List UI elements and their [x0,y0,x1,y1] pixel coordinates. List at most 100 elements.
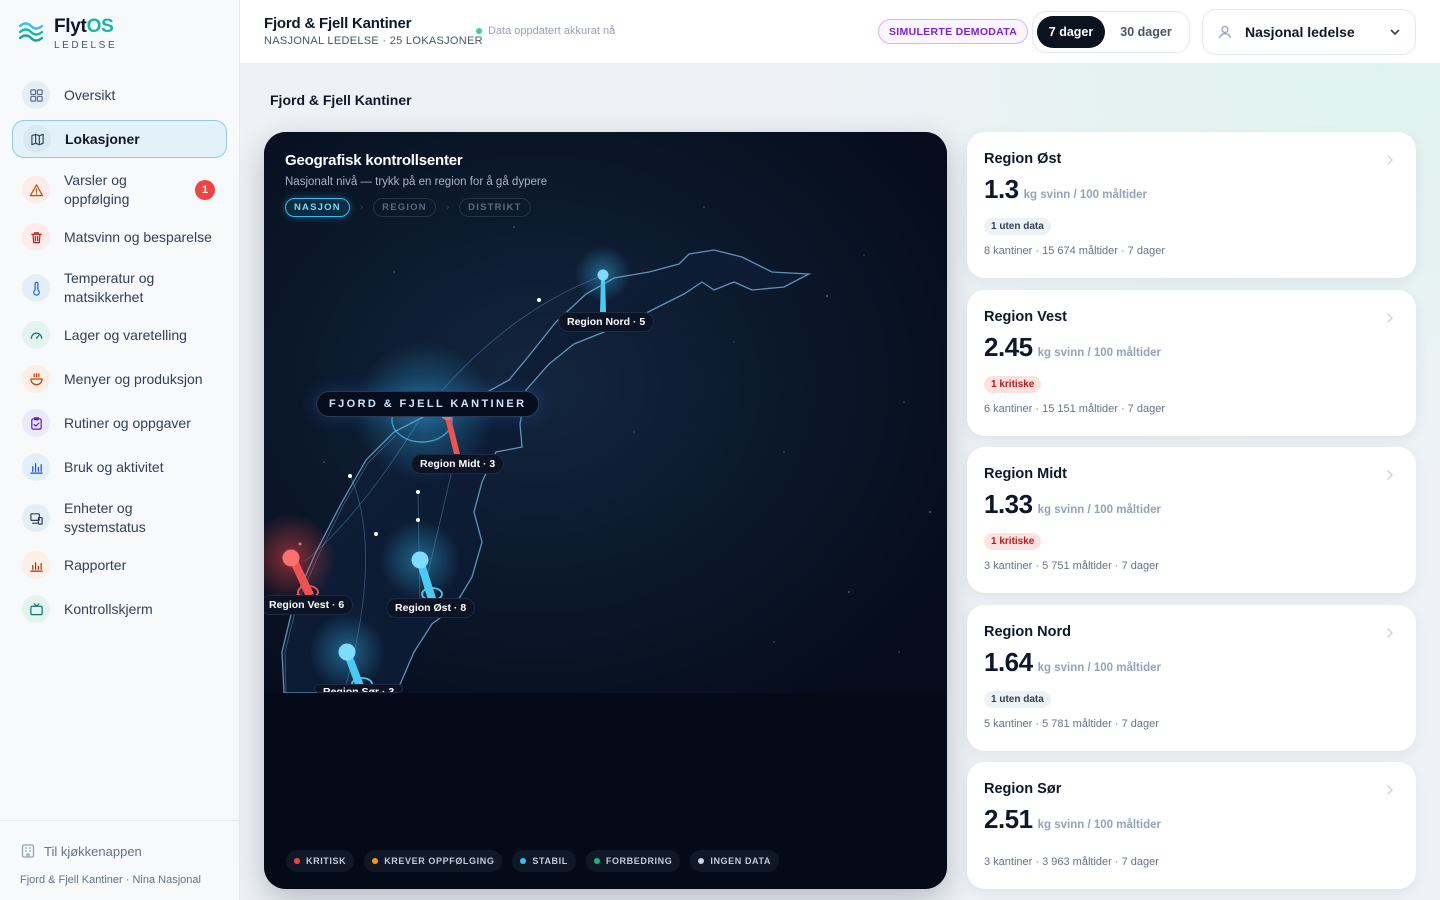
sidebar-item-label: Lager og varetelling [64,326,187,343]
kitchen-app-link[interactable]: Til kjøkkenappen [20,843,142,859]
brand[interactable]: FlytOS LEDELSE [18,16,117,51]
user-icon [1218,25,1232,39]
status-dot-icon [372,858,379,864]
pin-label-region-vest[interactable]: Region Vest · 6 [264,595,354,615]
sidebar-item-temperatur[interactable]: Temperatur og matsikkerhet [12,262,227,314]
legend-label: STABIL [532,856,568,866]
map-subtitle: Nasjonalt nivå — trykk på en region for … [285,176,548,188]
chevron-right-icon [1387,155,1394,165]
status-dot-icon [593,858,600,864]
alert-count-badge: 1 [195,180,215,200]
sidebar-item-lager[interactable]: Lager og varetelling [12,316,227,354]
sidebar-item-label: Matsvinn og besparelse [64,228,212,245]
drilldown-breadcrumb: NASJON › REGION › DISTRIKT [285,198,531,217]
region-meta: 3 kantiner · 3 963 måltider · 7 dager [984,856,1159,868]
update-status-text: Data oppdatert akkurat nå [488,25,616,37]
pin-label-region-midt[interactable]: Region Midt · 3 [411,454,505,474]
region-kpi: 2.45 kg svinn / 100 måltider [984,332,1161,363]
pin-region-ost[interactable] [380,520,460,601]
waves-logo-icon [18,22,44,42]
region-card[interactable]: Region Øst 1.3 kg svinn / 100 måltider 1 ut… [967,132,1416,278]
org-subtitle: NASJONAL LEDELSE · 25 LOKASJONER [264,35,483,47]
region-card[interactable]: Region Midt 1.33 kg svinn / 100 måltider 1 … [967,447,1416,593]
brand-name: FlytOS [54,16,114,37]
region-kpi-unit: kg svinn / 100 måltider [1037,347,1161,359]
chevron-right-icon: › [359,202,364,213]
legend-label: INGEN DATA [710,856,772,866]
region-status-tag: 1 uten data [984,218,1051,235]
region-name: Region Nord [984,624,1071,640]
sidebar-item-matsvinn[interactable]: Matsvinn og besparelse [12,218,227,256]
legend-label: KRITISK [306,856,347,866]
chevron-right-icon [1387,313,1394,323]
map-icon [23,125,51,153]
sidebar-item-oversikt[interactable]: Oversikt [12,76,227,114]
crumb-region[interactable]: REGION [373,198,436,217]
sidebar-item-label: Oversikt [64,86,116,103]
status-legend: KRITISK KREVER OPPFØLGING STABIL FORBEDRING… [286,850,780,872]
pin-label-region-sor[interactable]: Region Sør · 3 [314,684,404,693]
bowl-icon [22,365,50,393]
status-dot-icon [698,858,705,864]
kitchen-app-label: Til kjøkkenappen [44,843,142,859]
crumb-nasjon[interactable]: NASJON [285,198,350,217]
gauge-icon [22,321,50,349]
range-30-days-button[interactable]: 30 dager [1109,16,1183,48]
region-card[interactable]: Region Nord 1.64 kg svinn / 100 måltider 1 … [967,605,1416,751]
bar-chart-icon [22,453,50,481]
role-select[interactable]: Nasjonal ledelse [1202,9,1416,55]
region-kpi-value: 1.64 [984,647,1033,677]
tv-icon [22,595,50,623]
region-kpi: 1.64 kg svinn / 100 måltider [984,647,1161,678]
sidebar-item-label: Bruk og aktivitet [64,458,164,475]
legend-item: INGEN DATA [690,850,780,872]
sidebar-item-label: Varsler og oppfølging [64,172,130,207]
chevron-down-icon [1390,29,1400,35]
thermometer-icon [22,274,50,302]
trash-icon [22,223,50,251]
sidebar-item-rapporter[interactable]: Rapporter [12,546,227,584]
legend-item: KRITISK [286,850,355,872]
sidebar-item-varsler[interactable]: Varsler og oppfølging 1 [12,164,227,216]
warning-icon [22,176,50,204]
sidebar-item-kontrollskjerm[interactable]: Kontrollskjerm [12,590,227,628]
sidebar-item-menyer[interactable]: Menyer og produksjon [12,360,227,398]
region-kpi-unit: kg svinn / 100 måltider [1023,189,1148,201]
region-kpi-unit: kg svinn / 100 måltider [1037,819,1161,831]
sidebar-item-lokasjoner[interactable]: Lokasjoner [12,120,227,158]
region-meta: 8 kantiner · 15 674 måltider · 7 dager [984,245,1165,257]
hq-label[interactable]: FJORD & FJELL KANTINER [316,391,540,417]
demo-data-badge: SIMULERTE DEMODATA [878,19,1029,44]
sidebar-item-rutiner[interactable]: Rutiner og oppgaver [12,404,227,442]
pin-label-region-ost[interactable]: Region Øst · 8 [386,598,476,618]
region-card[interactable]: Region Vest 2.45 kg svinn / 100 måltider 1 … [967,290,1416,436]
sidebar-item-bruk[interactable]: Bruk og aktivitet [12,448,227,486]
range-7-days-button[interactable]: 7 dager [1037,16,1105,48]
chevron-right-icon [1387,470,1394,480]
region-card[interactable]: Region Sør 2.51 kg svinn / 100 måltider 3 k… [967,762,1416,889]
legend-item: KREVER OPPFØLGING [364,850,503,872]
pin-region-sor[interactable] [309,614,385,691]
region-kpi-value: 2.45 [984,332,1033,362]
sidebar-item-label: Kontrollskjerm [64,600,153,617]
sidebar: FlytOS LEDELSE Oversikt Lokasjoner Varsler… [0,0,240,900]
brand-subtitle: LEDELSE [54,40,118,51]
chevron-right-icon [1387,785,1394,795]
region-kpi-value: 1.33 [984,489,1033,519]
pin-label-region-nord[interactable]: Region Nord · 5 [558,312,655,332]
building-icon [21,844,35,858]
legend-label: FORBEDRING [605,856,673,866]
sidebar-item-label: Menyer og produksjon [64,370,203,387]
chevron-right-icon: › [445,202,450,213]
topbar: Fjord & Fjell Kantiner NASJONAL LEDELSE … [240,0,1440,64]
crumb-distrikt[interactable]: DISTRIKT [459,198,531,217]
region-name: Region Vest [984,309,1067,325]
sidebar-item-enheter[interactable]: Enheter og systemstatus [12,492,227,544]
grid-icon [22,81,50,109]
region-meta: 5 kantiner · 5 781 måltider · 7 dager [984,718,1159,730]
geo-control-center: Geografisk kontrollsenter Nasjonalt nivå… [264,132,947,889]
region-status-tag: 1 kritiske [984,376,1042,393]
legend-item: FORBEDRING [585,850,681,872]
footer-user: Fjord & Fjell Kantiner · Nina Nasjonal [20,874,201,886]
region-meta: 6 kantiner · 15 151 måltider · 7 dager [984,403,1165,415]
